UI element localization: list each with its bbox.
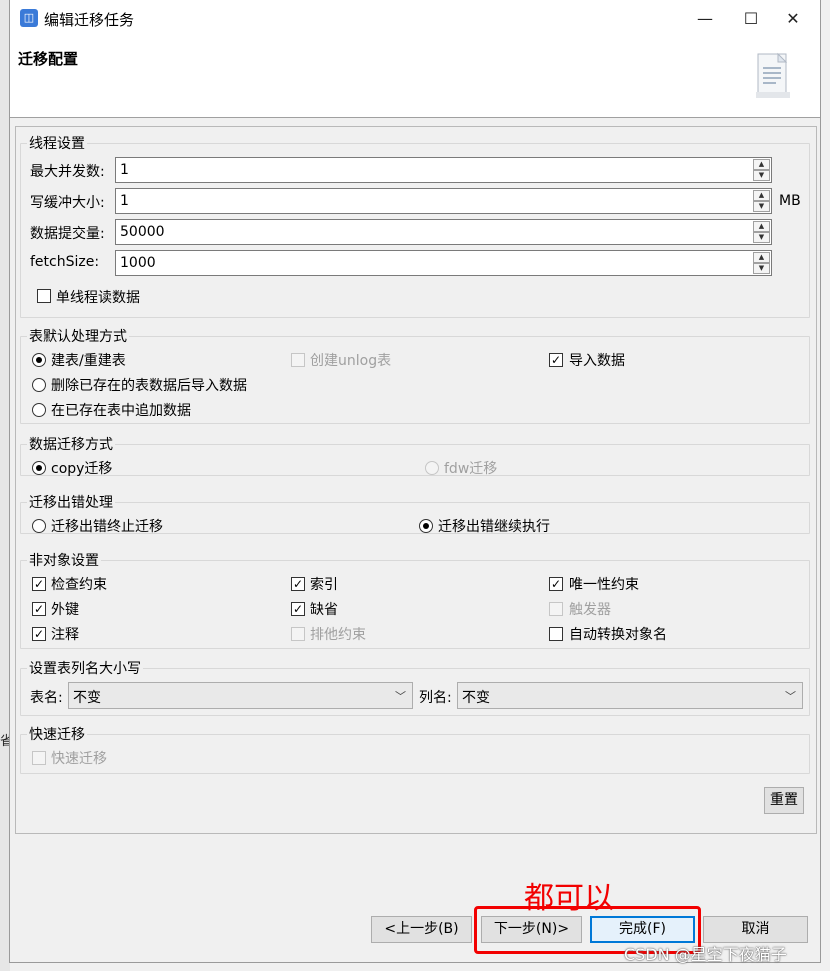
create-unlog-label: 创建unlog表 [310,353,392,369]
case-setting-legend: 设置表列名大小写 [29,661,141,677]
auto-convert-case-checkbox[interactable] [549,627,563,641]
spin-down-icon[interactable]: ▼ [753,201,770,212]
chevron-down-icon: ﹀ [395,690,406,703]
append-existing-radio[interactable] [32,403,46,417]
spin-up-icon[interactable]: ▲ [753,190,770,201]
import-data-label: 导入数据 [569,353,625,369]
error-stop-radio[interactable] [32,519,46,533]
foreign-key-checkbox[interactable]: ✓ [32,602,46,616]
max-concurrency-spinner[interactable]: 1 ▲ ▼ [115,157,772,183]
fetch-size-value: 1000 [120,255,156,271]
spin-down-icon[interactable]: ▼ [753,263,770,274]
foreign-key-label: 外键 [51,602,79,618]
single-thread-read-checkbox[interactable] [37,289,51,303]
exclude-constraint-checkbox[interactable] [291,627,305,641]
copy-migration-radio[interactable] [32,461,46,475]
single-thread-read-label: 单线程读数据 [56,290,140,306]
fdw-migration-label: fdw迁移 [444,461,498,477]
window-title: 编辑迁移任务 [44,11,135,29]
check-constraint-checkbox[interactable]: ✓ [32,577,46,591]
spin-up-icon[interactable]: ▲ [753,221,770,232]
column-name-case-value: 不变 [462,690,490,706]
unique-constraint-label: 唯一性约束 [569,577,639,593]
fast-migration-group: 快速迁移 [20,724,810,774]
default-label: 缺省 [310,602,338,618]
comment-checkbox[interactable]: ✓ [32,627,46,641]
auto-convert-case-label: 自动转换对象名 [569,627,667,643]
write-buffer-spinner[interactable]: 1 ▲ ▼ [115,188,772,214]
batch-commit-value: 50000 [120,224,165,240]
migration-mode-legend: 数据迁移方式 [29,437,113,453]
table-default-legend: 表默认处理方式 [29,329,127,345]
maximize-button[interactable]: ☐ [728,0,774,38]
create-rebuild-label: 建表/重建表 [51,353,126,369]
copy-migration-label: copy迁移 [51,461,113,477]
fdw-migration-radio[interactable] [425,461,439,475]
wizard-header: 迁移配置 [10,38,820,118]
spin-down-icon[interactable]: ▼ [753,170,770,181]
error-stop-label: 迁移出错终止迁移 [51,519,163,535]
fast-migration-checkbox[interactable] [32,751,46,765]
unique-constraint-checkbox[interactable]: ✓ [549,577,563,591]
fast-migration-legend: 快速迁移 [29,727,85,743]
table-name-label: 表名: [30,690,63,706]
cancel-button[interactable]: 取消 [703,916,808,943]
spin-up-icon[interactable]: ▲ [753,159,770,170]
max-concurrency-label: 最大并发数: [30,164,105,180]
thread-settings-legend: 线程设置 [29,136,85,152]
migration-mode-group: 数据迁移方式 [20,434,810,476]
fast-migration-label: 快速迁移 [51,751,107,767]
title-bar: ◫ 编辑迁移任务 — ☐ ✕ [10,0,820,38]
check-constraint-label: 检查约束 [51,577,107,593]
max-concurrency-value: 1 [120,162,129,178]
spin-down-icon[interactable]: ▼ [753,232,770,243]
minimize-button[interactable]: — [682,0,728,38]
fetch-size-spinner[interactable]: 1000 ▲ ▼ [115,250,772,276]
import-data-checkbox[interactable]: ✓ [549,353,563,367]
config-panel: 线程设置 最大并发数: 1 ▲ ▼ 写缓冲大小: 1 ▲ ▼ MB 数据提交量: 5… [15,126,817,834]
batch-commit-label: 数据提交量: [30,226,105,242]
comment-label: 注释 [51,627,79,643]
write-buffer-label: 写缓冲大小: [30,195,105,211]
document-icon [756,52,790,98]
annotation-text: 都可以 [524,881,614,916]
default-checkbox[interactable]: ✓ [291,602,305,616]
back-button[interactable]: <上一步(B) [371,916,472,943]
error-continue-radio[interactable] [419,519,433,533]
app-icon: ◫ [20,9,38,27]
close-button[interactable]: ✕ [770,0,816,38]
page-title: 迁移配置 [18,50,79,68]
error-continue-label: 迁移出错继续执行 [438,519,550,535]
trigger-label: 触发器 [569,602,611,618]
create-unlog-checkbox[interactable] [291,353,305,367]
non-object-legend: 非对象设置 [29,553,99,569]
delete-then-import-radio[interactable] [32,378,46,392]
dialog-window: ◫ 编辑迁移任务 — ☐ ✕ 迁移配置 线程设置 最大并发数: 1 ▲ ▼ 写缓冲… [9,0,821,963]
write-buffer-value: 1 [120,193,129,209]
fetch-size-label: fetchSize: [30,254,100,270]
delete-then-import-label: 删除已存在的表数据后导入数据 [51,378,247,394]
index-checkbox[interactable]: ✓ [291,577,305,591]
write-buffer-unit: MB [779,193,801,209]
chevron-down-icon: ﹀ [785,690,796,703]
column-name-label: 列名: [419,690,452,706]
create-rebuild-radio[interactable] [32,353,46,367]
non-object-group: 非对象设置 [20,550,810,649]
trigger-checkbox[interactable] [549,602,563,616]
error-handling-legend: 迁移出错处理 [29,495,113,511]
spin-up-icon[interactable]: ▲ [753,252,770,263]
table-name-case-value: 不变 [73,690,101,706]
exclude-constraint-label: 排他约束 [310,627,366,643]
index-label: 索引 [310,577,338,593]
table-name-case-select[interactable]: 不变 ﹀ [68,682,413,709]
watermark: CSDN @星空下夜猫子 [624,945,787,964]
append-existing-label: 在已存在表中追加数据 [51,403,191,419]
column-name-case-select[interactable]: 不变 ﹀ [457,682,803,709]
batch-commit-spinner[interactable]: 50000 ▲ ▼ [115,219,772,245]
reset-button[interactable]: 重置 [764,787,804,814]
